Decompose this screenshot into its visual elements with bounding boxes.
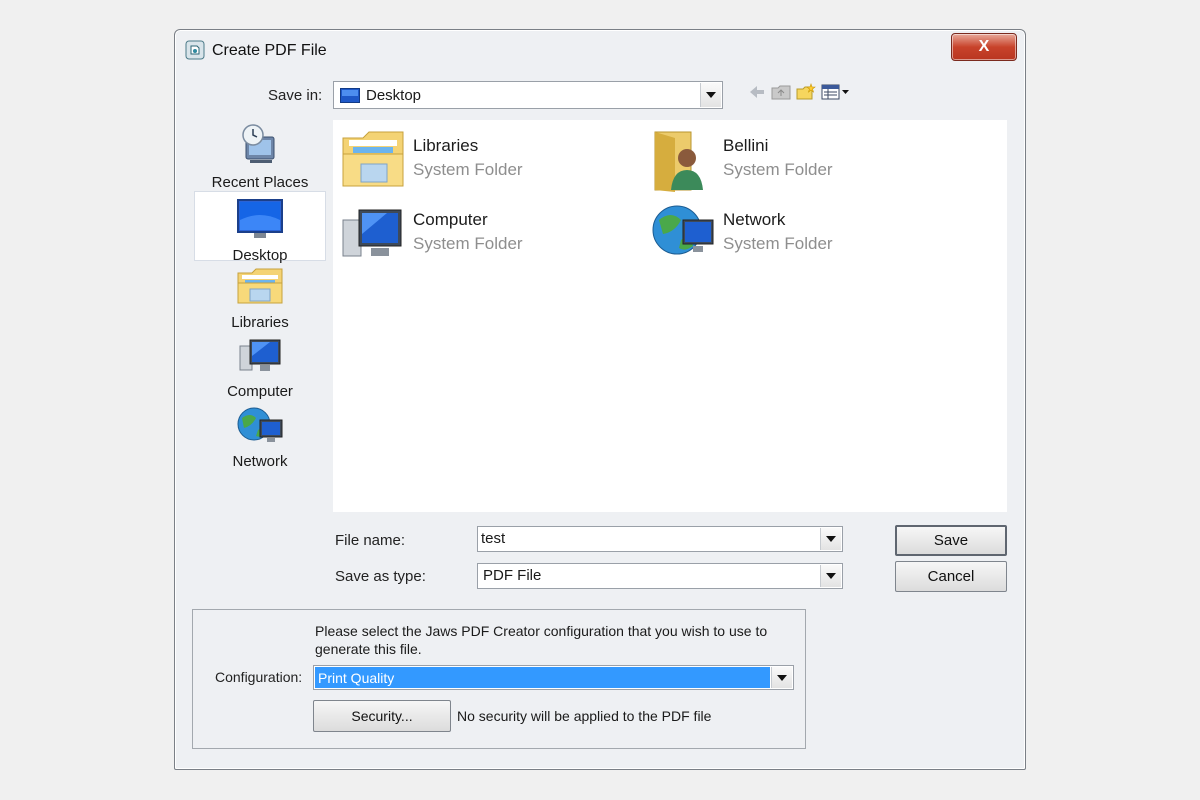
save-as-type-value: PDF File <box>483 567 542 584</box>
file-name-label: File name: <box>335 532 406 549</box>
file-name: Bellini <box>723 136 769 155</box>
file-item-computer[interactable]: Computer System Folder <box>341 202 641 272</box>
configuration-selection-highlight: Print Quality <box>315 667 770 688</box>
configuration-description: Please select the Jaws PDF Creator confi… <box>315 623 768 657</box>
view-menu-icon[interactable] <box>821 83 851 101</box>
place-label: Network <box>232 453 288 470</box>
place-network[interactable]: Network <box>194 406 326 472</box>
file-type: System Folder <box>413 160 523 179</box>
new-folder-icon[interactable] <box>796 83 816 101</box>
file-type: System Folder <box>723 234 833 253</box>
security-note: No security will be applied to the PDF f… <box>457 708 712 724</box>
libraries-icon <box>237 268 283 304</box>
place-label: Computer <box>227 383 293 400</box>
create-pdf-dialog: Create PDF File X Save in: Desktop Recen… <box>174 29 1026 770</box>
file-item-bellini[interactable]: Bellini System Folder <box>651 128 951 198</box>
recent-places-icon <box>242 124 275 163</box>
places-bar: Recent Places Desktop Libraries Computer… <box>194 118 326 518</box>
save-in-dropdown[interactable]: Desktop <box>333 81 723 109</box>
close-button[interactable]: X <box>951 33 1017 61</box>
save-as-type-dropdown[interactable]: PDF File <box>477 563 843 589</box>
file-name-value: test <box>481 530 506 547</box>
user-folder-icon <box>654 131 703 192</box>
back-arrow-icon[interactable] <box>747 83 767 101</box>
save-in-label: Save in: <box>268 87 323 104</box>
place-computer[interactable]: Computer <box>194 336 326 402</box>
save-button[interactable]: Save <box>895 525 1007 556</box>
file-name-input[interactable]: test <box>477 526 843 552</box>
file-type: System Folder <box>723 160 833 179</box>
file-list-view[interactable]: Libraries System Folder Bellini System F… <box>333 120 1007 512</box>
configuration-value: Print Quality <box>318 670 395 686</box>
libraries-folder-icon <box>342 131 404 187</box>
chevron-down-icon[interactable] <box>700 83 721 107</box>
file-item-network[interactable]: Network System Folder <box>651 202 951 272</box>
chevron-down-icon[interactable] <box>820 565 841 587</box>
save-in-value: Desktop <box>366 87 422 104</box>
security-button[interactable]: Security... <box>313 700 451 732</box>
computer-icon <box>342 209 402 257</box>
place-label: Desktop <box>232 247 288 264</box>
file-name: Computer <box>413 210 488 229</box>
place-desktop[interactable]: Desktop <box>194 191 326 264</box>
place-label: Recent Places <box>211 174 309 191</box>
window-title: Create PDF File <box>212 42 327 59</box>
computer-icon <box>239 339 281 371</box>
place-label: Libraries <box>231 314 289 331</box>
place-recent-places[interactable]: Recent Places <box>194 123 326 191</box>
desktop-icon <box>237 199 283 238</box>
configuration-dropdown[interactable]: Print Quality <box>313 665 794 690</box>
desktop-small-icon <box>340 88 360 103</box>
network-icon <box>652 205 714 255</box>
file-type: System Folder <box>413 234 523 253</box>
save-as-type-label: Save as type: <box>335 568 426 585</box>
file-item-libraries[interactable]: Libraries System Folder <box>341 128 641 198</box>
chevron-down-icon[interactable] <box>820 528 841 550</box>
place-libraries[interactable]: Libraries <box>194 265 326 331</box>
pdf-creator-app-icon <box>185 40 205 60</box>
network-icon <box>237 407 283 442</box>
cancel-button[interactable]: Cancel <box>895 561 1007 592</box>
file-name: Libraries <box>413 136 479 155</box>
close-icon: X <box>978 38 990 55</box>
file-name: Network <box>723 210 786 229</box>
configuration-group: Please select the Jaws PDF Creator confi… <box>192 609 806 749</box>
configuration-label: Configuration: <box>215 669 303 685</box>
chevron-down-icon[interactable] <box>771 667 792 688</box>
up-folder-icon[interactable] <box>771 83 791 101</box>
